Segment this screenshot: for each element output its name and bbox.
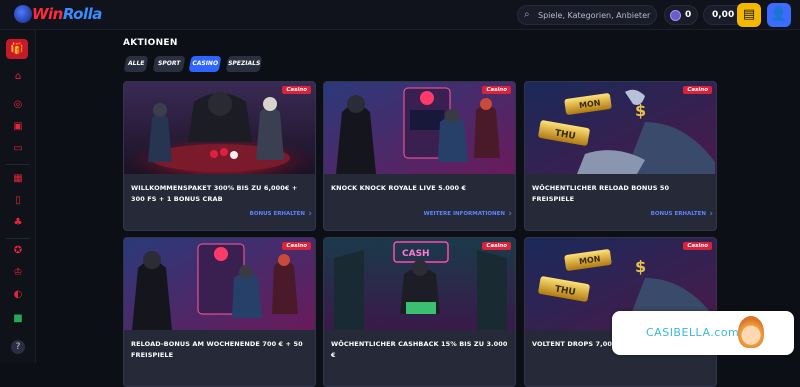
category-badge: Casino [282,242,311,250]
vip-icon[interactable]: ✪ [11,244,25,258]
promo-image-knock-knock [324,82,515,174]
category-badge: Casino [683,242,712,250]
live-casino-icon[interactable]: ▣ [11,120,25,134]
promotions-gift-icon[interactable]: 🎁 [6,39,28,59]
page-title: AKTIONEN [123,38,178,48]
promo-image-cashback: CASH [324,238,515,330]
promo-cta-link[interactable]: BONUS ERHALTEN [250,211,305,217]
user-icon: 👤 [770,7,788,22]
promo-image-weekend-reload [124,238,315,330]
promo-title: RELOAD-BONUS AM WOCHENENDE 700 € + 50 FR… [131,340,303,359]
chevron-right-icon[interactable]: › [308,209,312,219]
promo-title: WILLKOMMENSPAKET 300% BIS ZU 6,000€ + 30… [131,184,298,203]
search-icon: ⌕ [524,9,530,20]
tab-casino[interactable]: CASINO [188,56,222,72]
promo-card[interactable]: CASH Casino WÖCHENTLICHER CASHBACK 15% B… [323,237,516,387]
category-badge: Casino [683,86,712,94]
search-box[interactable]: ⌕ [517,5,657,25]
coins-counter[interactable]: 0 [664,5,698,25]
tournament-icon[interactable]: ◐ [11,288,25,302]
sidebar-divider [6,238,30,239]
category-badge: Casino [282,86,311,94]
promo-image-weekly-reload: MON THU $ [525,82,716,174]
top-bar: WinRolla ⌕ 0 0,00 € ▤ 👤 [0,0,800,30]
promo-card[interactable]: Casino KNOCK KNOCK ROYALE LIVE 5.000 € W… [323,81,516,231]
logo-icon[interactable] [14,5,32,23]
promo-image-welcome [124,82,315,174]
jackpot-icon[interactable]: ▦ [11,172,25,186]
svg-text:CASH: CASH [402,249,430,259]
chevron-right-icon[interactable]: › [508,209,512,219]
sports-ball-icon[interactable]: ◎ [11,98,25,112]
help-icon[interactable]: ? [11,340,25,354]
user-button[interactable]: 👤 [767,3,791,27]
home-icon[interactable]: ⌂ [11,70,25,84]
tab-sport[interactable]: SPORT [152,56,186,72]
sidebar: 🎁 ⌂ ◎ ▣ ▭ ▦ ▯ ♣ ✪ ♔ ◐ ■ ? [0,30,36,363]
flag-icon[interactable]: ■ [11,312,25,326]
search-input[interactable] [538,9,653,22]
svg-text:$: $ [635,257,646,276]
promo-cta-link[interactable]: BONUS ERHALTEN [651,211,706,217]
promo-card[interactable]: MON THU $ Casino WÖCHENTLICHER RELOAD BO… [524,81,717,231]
watermark-text: CASIBELLA.com [646,326,740,339]
promo-title: WÖCHENTLICHER CASHBACK 15% BIS ZU 3.000 … [331,340,508,359]
chevron-right-icon[interactable]: › [709,209,713,219]
promo-card[interactable]: Casino WILLKOMMENSPAKET 300% BIS ZU 6,00… [123,81,316,231]
category-badge: Casino [482,242,511,250]
sidebar-divider [6,164,30,165]
wallet-button[interactable]: ▤ [737,3,761,27]
promo-title: WÖCHENTLICHER RELOAD BONUS 50 FREISPIELE [532,184,670,203]
coins-value: 0 [685,10,692,20]
coin-icon [670,10,681,21]
slots-icon[interactable]: ▭ [11,142,25,156]
cards-icon[interactable]: ▯ [11,194,25,208]
clover-icon[interactable]: ♣ [11,216,25,230]
svg-text:$: $ [635,101,646,120]
trophy-icon[interactable]: ♔ [11,266,25,280]
tab-specials[interactable]: SPEZIALS [225,56,263,72]
casibella-watermark: CASIBELLA.com [612,311,794,355]
logo[interactable]: WinRolla [32,5,102,23]
promo-title: KNOCK KNOCK ROYALE LIVE 5.000 € [331,184,467,192]
tab-all[interactable]: ALLE [123,56,149,72]
promo-card[interactable]: Casino RELOAD-BONUS AM WOCHENENDE 700 € … [123,237,316,387]
promo-cta-link[interactable]: WEITERE INFORMATIONEN [424,211,505,217]
mascot-icon [738,316,764,348]
category-badge: Casino [482,86,511,94]
wallet-icon: ▤ [742,7,756,22]
